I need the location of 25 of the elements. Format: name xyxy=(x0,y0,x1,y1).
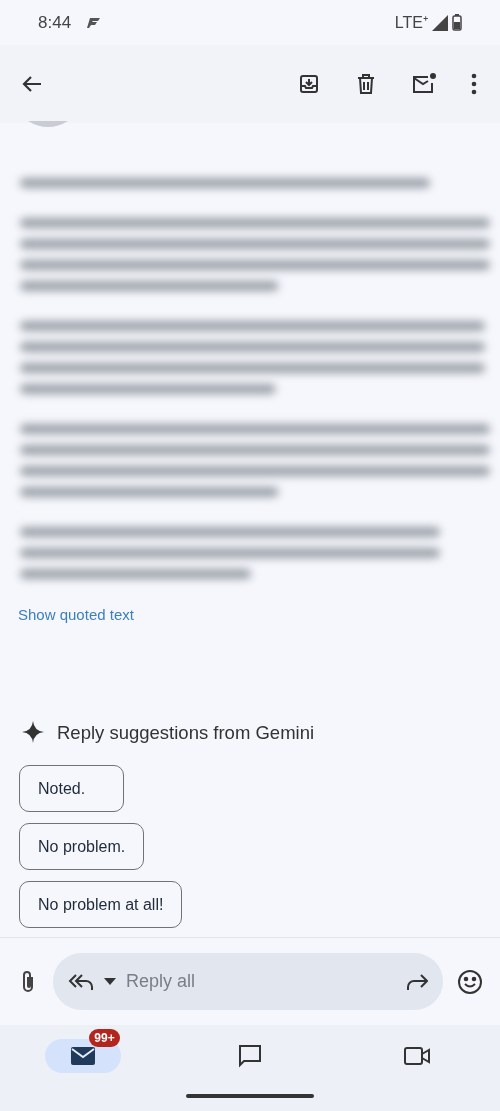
suggestion-chip[interactable]: No problem at all! xyxy=(19,881,183,929)
caret-icon[interactable] xyxy=(104,977,116,986)
video-icon xyxy=(402,1045,431,1067)
avatar-edge xyxy=(28,121,68,129)
sparkle-icon xyxy=(22,721,44,744)
reply-input[interactable]: Reply all xyxy=(126,968,396,995)
mail-icon xyxy=(70,1046,97,1066)
suggestion-chip[interactable]: No problem. xyxy=(19,823,145,871)
emoji-icon[interactable] xyxy=(457,968,483,995)
battery-icon xyxy=(452,14,462,31)
suggestions-title: Reply suggestions from Gemini xyxy=(57,720,315,745)
suggestion-chip[interactable]: Noted. xyxy=(19,765,124,813)
network-label: LTE⁺ xyxy=(394,12,428,33)
mail-dot-icon[interactable] xyxy=(411,72,437,96)
notification-icon xyxy=(87,16,102,29)
reply-all-icon[interactable] xyxy=(68,971,94,992)
show-quoted-text-link[interactable]: Show quoted text xyxy=(18,604,134,627)
reply-field[interactable]: Reply all xyxy=(53,953,443,1010)
more-icon[interactable] xyxy=(470,73,478,95)
signal-icon xyxy=(432,14,448,31)
forward-icon[interactable] xyxy=(406,972,428,991)
archive-icon[interactable] xyxy=(297,72,321,96)
unread-badge: 99+ xyxy=(89,1029,120,1047)
status-time: 8:44 xyxy=(38,11,72,34)
chat-icon xyxy=(237,1043,263,1069)
